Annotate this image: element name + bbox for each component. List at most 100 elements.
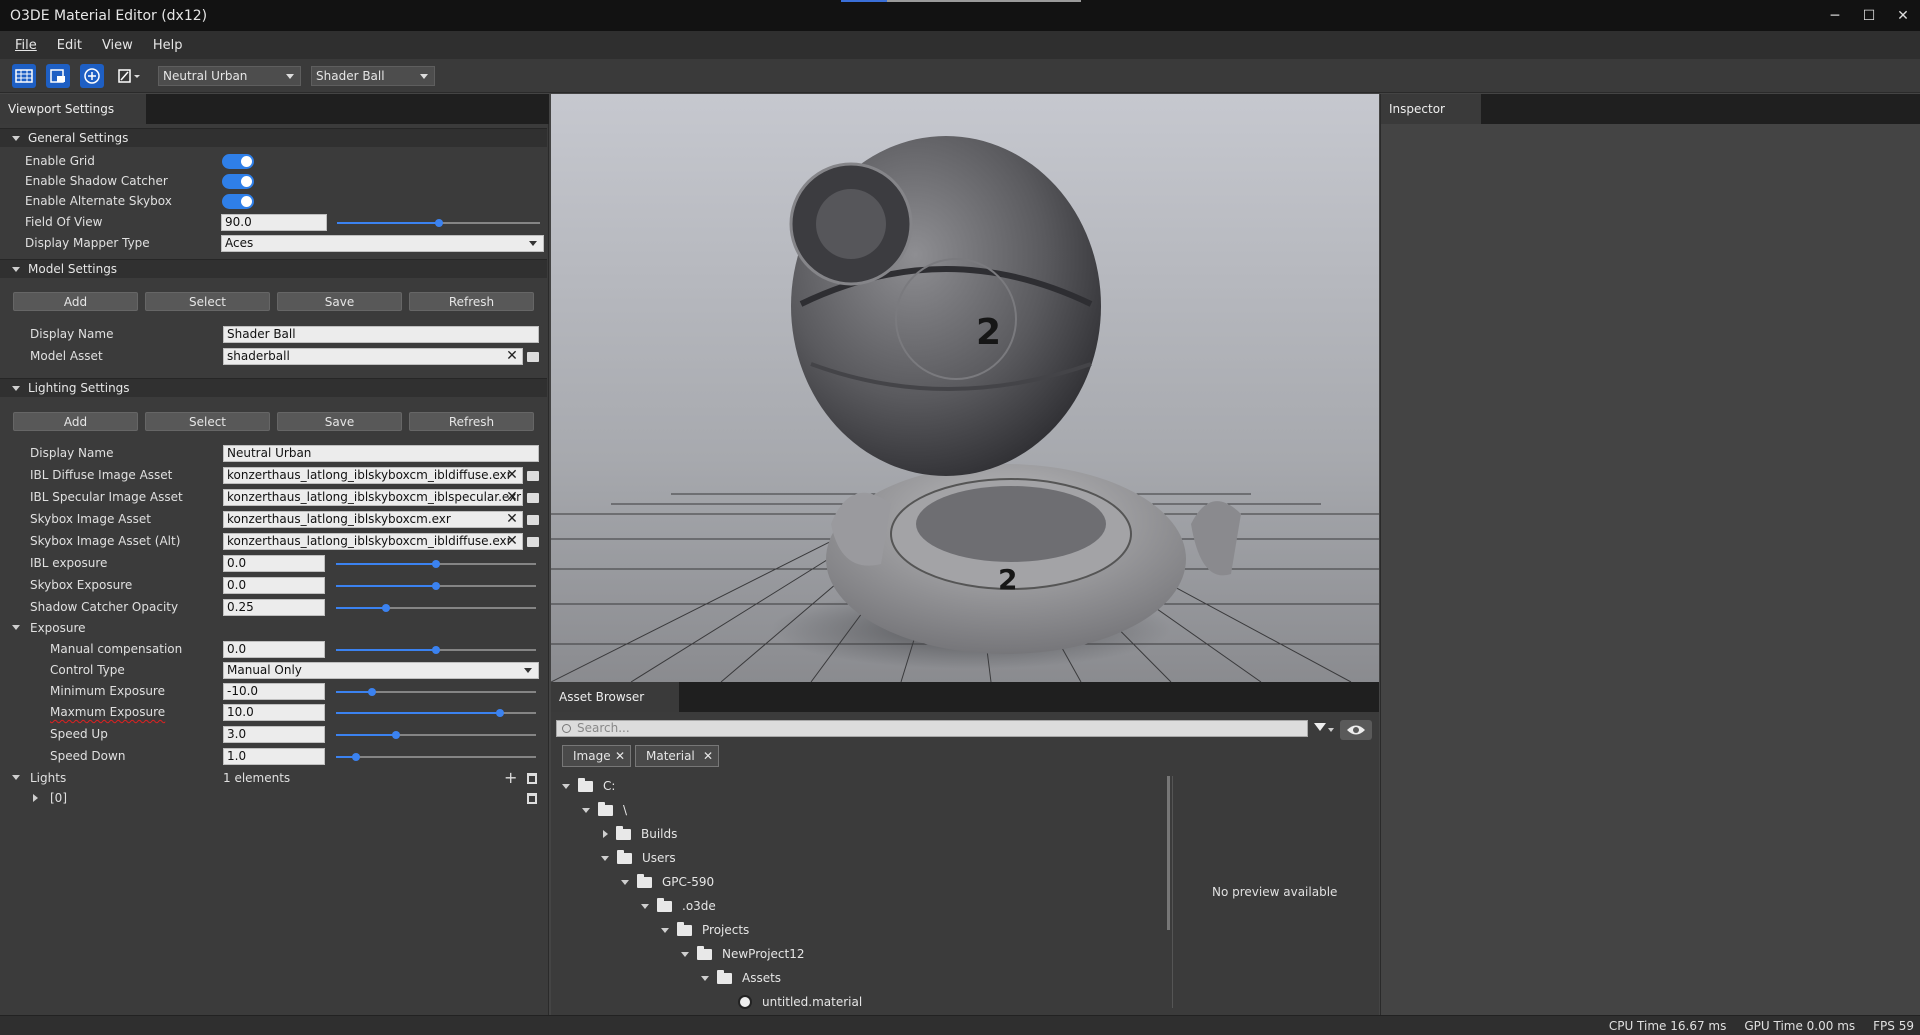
menu-view[interactable]: View — [93, 38, 142, 53]
trash-icon[interactable] — [527, 793, 537, 804]
shadow-opacity-slider[interactable] — [336, 604, 536, 612]
exposure-header[interactable]: Exposure — [0, 619, 547, 637]
tab-inspector[interactable]: Inspector — [1381, 94, 1481, 124]
collapse-arrow-icon[interactable] — [701, 975, 709, 981]
enable-grid-toggle[interactable] — [222, 154, 254, 169]
ibl-diffuse-input[interactable]: konzerthaus_latlong_iblskyboxcm_ibldiffu… — [223, 467, 523, 484]
tree-item-o3de[interactable]: .o3de — [641, 896, 716, 916]
fov-slider[interactable] — [337, 219, 540, 227]
light-item-row[interactable]: [0] — [0, 788, 547, 808]
lighting-save-button[interactable]: Save — [277, 412, 402, 431]
tree-item-c[interactable]: C: — [562, 776, 615, 796]
max-exposure-slider[interactable] — [336, 709, 536, 717]
tab-asset-browser[interactable]: Asset Browser — [551, 682, 679, 712]
tree-item-newproject12[interactable]: NewProject12 — [681, 944, 805, 964]
menu-edit[interactable]: Edit — [48, 38, 91, 53]
manual-comp-input[interactable]: 0.0 — [223, 641, 325, 658]
ibl-exposure-slider[interactable] — [336, 560, 536, 568]
minimize-button[interactable]: ─ — [1818, 0, 1852, 31]
mapper-dropdown[interactable]: Aces — [221, 235, 544, 252]
tree-item-projects[interactable]: Projects — [661, 920, 749, 940]
shadow-opacity-input[interactable]: 0.25 — [223, 599, 325, 616]
close-button[interactable]: ✕ — [1886, 0, 1920, 31]
lighting-preset-dropdown[interactable]: Neutral Urban — [158, 65, 301, 86]
collapse-arrow-icon[interactable] — [601, 855, 609, 861]
lighting-display-name-input[interactable]: Neutral Urban — [223, 445, 539, 462]
close-icon[interactable]: ✕ — [615, 749, 625, 763]
expand-arrow-icon[interactable] — [33, 794, 38, 802]
clear-icon[interactable]: ✕ — [505, 490, 519, 505]
trash-icon[interactable] — [527, 773, 537, 784]
ibl-specular-input[interactable]: konzerthaus_latlong_iblskyboxcm_iblspecu… — [223, 489, 523, 506]
lighting-add-button[interactable]: Add — [13, 412, 138, 431]
collapse-arrow-icon[interactable] — [661, 927, 669, 933]
tree-item-builds[interactable]: Builds — [603, 824, 677, 844]
collapse-arrow-icon[interactable] — [562, 783, 570, 789]
clear-icon[interactable]: ✕ — [505, 468, 519, 483]
skybox-exposure-input[interactable]: 0.0 — [223, 577, 325, 594]
menu-file[interactable]: File — [6, 38, 46, 53]
skybox-exposure-slider[interactable] — [336, 582, 536, 590]
model-asset-input[interactable]: shaderball — [223, 348, 523, 365]
speed-down-input[interactable]: 1.0 — [223, 748, 325, 765]
lighting-select-button[interactable]: Select — [145, 412, 270, 431]
lighting-refresh-button[interactable]: Refresh — [409, 412, 534, 431]
speed-down-slider[interactable] — [336, 753, 536, 761]
skybox-input[interactable]: konzerthaus_latlong_iblskyboxcm.exr — [223, 511, 523, 528]
folder-browse-icon[interactable] — [527, 471, 539, 481]
manual-comp-slider[interactable] — [336, 646, 536, 654]
3d-viewport[interactable]: 2 2 — [551, 94, 1379, 682]
toggle-skybox-button[interactable] — [80, 63, 104, 88]
enable-alt-skybox-toggle[interactable] — [222, 194, 254, 209]
close-icon[interactable]: ✕ — [703, 749, 713, 763]
asset-search-input[interactable]: Search... — [556, 720, 1308, 737]
folder-browse-icon[interactable] — [527, 537, 539, 547]
tree-item-assets[interactable]: Assets — [701, 968, 781, 988]
clear-icon[interactable]: ✕ — [505, 512, 519, 527]
filter-chip-image[interactable]: Image ✕ — [562, 745, 631, 767]
tree-item-untitled-material[interactable]: untitled.material — [738, 992, 862, 1012]
toggle-grid-button[interactable] — [12, 63, 36, 88]
tree-item-users[interactable]: Users — [601, 848, 676, 868]
tree-item-gpc590[interactable]: GPC-590 — [621, 872, 714, 892]
menu-help[interactable]: Help — [144, 38, 192, 53]
display-mapper-button[interactable] — [114, 64, 144, 88]
skybox-alt-input[interactable]: konzerthaus_latlong_iblskyboxcm_ibldiffu… — [223, 533, 523, 550]
ibl-exposure-input[interactable]: 0.0 — [223, 555, 325, 572]
model-select-button[interactable]: Select — [145, 292, 270, 311]
collapse-arrow-icon[interactable] — [582, 807, 590, 813]
visibility-toggle-button[interactable] — [1340, 720, 1372, 740]
tab-viewport-settings[interactable]: Viewport Settings — [0, 94, 146, 124]
collapse-arrow-icon[interactable] — [12, 775, 20, 780]
model-settings-header[interactable]: Model Settings — [0, 259, 547, 278]
clear-icon[interactable]: ✕ — [505, 534, 519, 549]
model-save-button[interactable]: Save — [277, 292, 402, 311]
general-settings-header[interactable]: General Settings — [0, 128, 547, 147]
tree-scrollbar[interactable] — [1167, 776, 1170, 930]
filter-dropdown-icon[interactable] — [1328, 728, 1334, 732]
model-add-button[interactable]: Add — [13, 292, 138, 311]
collapse-arrow-icon[interactable] — [641, 903, 649, 909]
enable-shadow-catcher-toggle[interactable] — [222, 174, 254, 189]
tree-item-root[interactable]: \ — [582, 800, 627, 820]
lighting-settings-header[interactable]: Lighting Settings — [0, 378, 547, 397]
filter-chip-material[interactable]: Material ✕ — [635, 745, 719, 767]
add-icon[interactable]: + — [504, 768, 517, 787]
clear-icon[interactable]: ✕ — [505, 349, 519, 364]
expand-arrow-icon[interactable] — [603, 830, 608, 838]
toggle-shadow-catcher-button[interactable] — [46, 63, 70, 88]
collapse-arrow-icon[interactable] — [681, 951, 689, 957]
control-type-dropdown[interactable]: Manual Only — [223, 662, 539, 679]
maximize-button[interactable]: ☐ — [1852, 0, 1886, 31]
speed-up-input[interactable]: 3.0 — [223, 726, 325, 743]
max-exposure-input[interactable]: 10.0 — [223, 704, 325, 721]
filter-icon[interactable] — [1314, 723, 1326, 731]
model-refresh-button[interactable]: Refresh — [409, 292, 534, 311]
model-preset-dropdown[interactable]: Shader Ball — [311, 65, 435, 86]
min-exposure-input[interactable]: -10.0 — [223, 683, 325, 700]
fov-input[interactable]: 90.0 — [221, 214, 327, 231]
folder-browse-icon[interactable] — [527, 493, 539, 503]
collapse-arrow-icon[interactable] — [621, 879, 629, 885]
folder-browse-icon[interactable] — [527, 515, 539, 525]
folder-browse-icon[interactable] — [527, 352, 539, 362]
